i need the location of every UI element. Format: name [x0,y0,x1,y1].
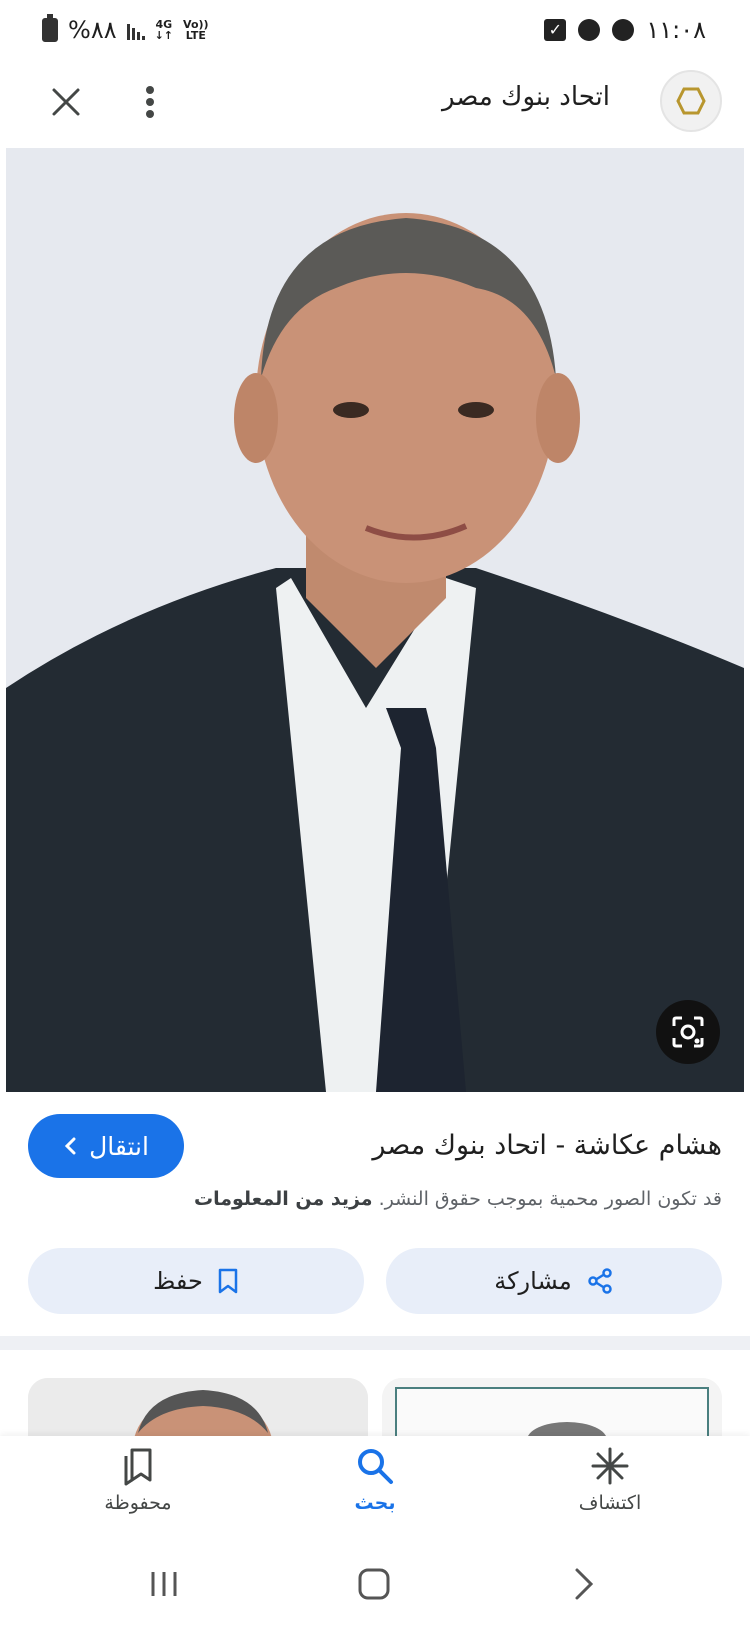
visit-button[interactable]: انتقال [28,1114,184,1178]
collections-bookmark-icon [124,1448,152,1486]
status-bar: %٨٨ 4G ↓↑ Vo)) LTE ✓ ١١:٠٨ [0,0,750,60]
hexagon-logo-icon [676,87,706,115]
thumbnail-image [382,1378,722,1438]
related-image-thumbnail[interactable] [382,1378,722,1438]
share-icon [587,1268,612,1294]
home-icon [358,1568,390,1600]
chat-notification-icon [578,19,601,41]
close-button[interactable] [44,80,88,124]
google-lens-icon [672,1016,704,1048]
asterisk-icon [591,1447,629,1485]
data-arrows-icon: ↓↑ [154,29,174,42]
lte-label: LTE [185,29,206,42]
home-button[interactable] [344,1564,404,1604]
copyright-text: قد تكون الصور محمية بموجب حقوق النشر. [378,1188,722,1210]
nav-discover-label: اكتشاف [578,1492,642,1514]
network-type: 4G ↓↑ [155,19,173,41]
related-image-thumbnail[interactable] [28,1378,368,1438]
visit-label: انتقال [89,1131,149,1161]
status-time: ١١:٠٨ [646,16,706,44]
recent-apps-button[interactable] [134,1564,194,1604]
status-left: %٨٨ 4G ↓↑ Vo)) LTE [42,14,209,44]
status-right: ✓ ١١:٠٨ [544,16,706,44]
save-label: حفظ [153,1267,203,1295]
more-info-link[interactable]: مزيد من المعلومات [194,1188,373,1210]
lens-search-button[interactable] [656,1000,720,1064]
site-title[interactable]: اتحاد بنوك مصر [442,82,610,112]
more-options-button[interactable] [128,80,172,124]
site-logo[interactable] [660,70,722,132]
share-button[interactable]: مشاركة [386,1248,722,1314]
bottom-navigation: محفوظة بحث اكتشاف [0,1436,750,1546]
bookmark-icon [218,1268,238,1294]
recent-apps-icon [151,1572,177,1596]
chevron-left-icon [64,1137,76,1155]
chevron-right-icon [575,1568,594,1600]
system-navigation-bar [0,1546,750,1625]
close-icon [52,88,80,116]
nav-search-label: بحث [354,1492,396,1514]
nav-search[interactable]: بحث [295,1446,455,1536]
battery-icon [42,14,58,42]
viewer-header: اتحاد بنوك مصر [0,60,750,148]
save-button[interactable]: حفظ [28,1248,364,1314]
result-title[interactable]: هشام عكاشة - اتحاد بنوك مصر [372,1130,722,1161]
nav-saved-label: محفوظة [104,1492,172,1514]
section-divider [0,1336,750,1350]
thumbnail-image [28,1378,368,1438]
nav-saved[interactable]: محفوظة [58,1446,218,1536]
share-label: مشاركة [494,1267,572,1295]
more-vert-icon [146,86,154,118]
checkbox-notification-icon: ✓ [544,19,567,41]
chrome-notification-icon [612,19,635,41]
back-button[interactable] [554,1564,614,1604]
main-image[interactable] [6,148,744,1092]
signal-icon [126,20,145,40]
battery-percent: %٨٨ [68,16,117,44]
nav-discover[interactable]: اكتشاف [530,1446,690,1536]
search-icon [358,1449,393,1484]
copyright-notice: قد تكون الصور محمية بموجب حقوق النشر. مز… [194,1188,722,1210]
volte-indicator: Vo)) LTE [183,19,209,41]
portrait-image [6,148,744,1092]
